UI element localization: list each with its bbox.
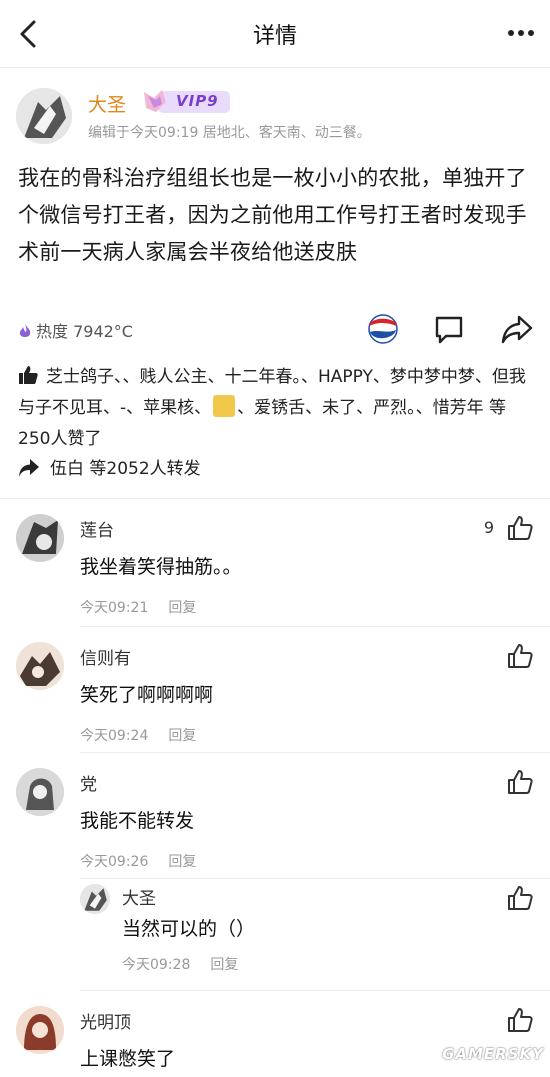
thumbs-up-icon [508, 770, 533, 794]
commenter-avatar[interactable] [16, 642, 64, 690]
heat-value: 热度 7942°C [36, 322, 133, 341]
repost-arrow-icon [19, 459, 39, 477]
comment-time: 今天09:26 [80, 854, 149, 870]
page-title: 详情 [252, 24, 297, 49]
comment-time: 今天09:24 [80, 728, 149, 744]
reply-time: 今天09:28 [122, 957, 191, 973]
post-header: 大圣 VIP9 编辑于今天09:19 居地北、客天南、动三餐。 [16, 88, 536, 148]
commenter-name[interactable]: 莲台 [80, 516, 114, 541]
comment-text: 我能不能转发 [80, 810, 195, 832]
divider [80, 626, 550, 627]
comment-like-count: 9 [483, 518, 494, 537]
commenter-name[interactable]: 光明顶 [80, 1008, 131, 1033]
reply-author-avatar[interactable] [80, 884, 110, 914]
comment-text: 上课憋笑了 [80, 1048, 176, 1070]
comment-item: 光明顶 上课憋笑了 [0, 1006, 550, 1076]
comment-like-button[interactable]: 9 [464, 514, 534, 544]
comment-item: 党 我能不能转发 今天09:26 回复 大圣 当然可以的（） 今天09:28 回复 [0, 768, 550, 988]
thumbs-up-icon [508, 516, 533, 540]
heat-indicator: 热度 7942°C [18, 318, 133, 342]
comment-like-button[interactable] [504, 768, 534, 798]
divider [80, 990, 550, 991]
post-body: 我在的骨科治疗组组长也是一枚小小的农批，单独开了个微信号打王者，因为之前他用工作… [18, 166, 527, 264]
comment-like-button[interactable] [504, 1006, 534, 1036]
thumbs-up-icon [508, 644, 533, 668]
more-dots-icon[interactable] [506, 22, 536, 44]
reply-button[interactable]: 回复 [210, 957, 238, 973]
commenter-name[interactable]: 党 [80, 770, 97, 795]
post-stats-row: 热度 7942°C [18, 312, 534, 346]
comment-icon[interactable] [432, 312, 466, 346]
commenter-name[interactable]: 信则有 [80, 644, 131, 669]
reply-button[interactable]: 回复 [168, 854, 196, 870]
watermark: GAMERSKY [442, 1045, 544, 1063]
author-avatar[interactable] [16, 88, 72, 144]
likes-list: 芝士鸽子、、贱人公主、十二年春。、HAPPY、梦中梦中梦、但我与子不见耳、-、苹… [18, 362, 534, 455]
divider [80, 878, 550, 879]
divider [0, 498, 550, 499]
vip-badge-label: VIP9 [176, 92, 219, 110]
comment-time: 今天09:21 [80, 600, 149, 616]
comment-like-button[interactable] [504, 642, 534, 672]
comment-text: 笑死了啊啊啊啊 [80, 684, 214, 706]
reply-like-button[interactable] [504, 884, 534, 914]
thumbs-up-filled-icon [19, 366, 38, 384]
comment-item: 莲台 9 我坐着笑得抽筋。。 今天09:21 回复 [0, 514, 550, 624]
comment-meta: 今天09:26 回复 [80, 851, 196, 871]
reply-meta: 今天09:28 回复 [122, 954, 238, 974]
vip-badge: VIP9 [140, 88, 232, 116]
commenter-avatar[interactable] [16, 768, 64, 816]
comment-text: 我坐着笑得抽筋。。 [80, 556, 242, 578]
flame-icon [19, 324, 31, 337]
comment-item: 信则有 笑死了啊啊啊啊 今天09:24 回复 [0, 642, 550, 752]
reply-text: 当然可以的（） [122, 918, 256, 940]
commenter-avatar[interactable] [16, 1006, 64, 1054]
reply-author-name[interactable]: 大圣 [122, 884, 156, 909]
pepsi-reaction-icon[interactable] [366, 312, 400, 346]
top-nav-bar: 详情 [0, 0, 550, 68]
reposts-text: 伍白 等2052人转发 [50, 459, 201, 479]
author-name[interactable]: 大圣 [88, 90, 126, 117]
thumbs-up-icon [508, 886, 533, 910]
reposts-summary[interactable]: 伍白 等2052人转发 [18, 454, 534, 479]
sub-reply-item: 大圣 当然可以的（） 今天09:28 回复 [80, 884, 534, 984]
reply-button[interactable]: 回复 [168, 728, 196, 744]
comment-meta: 今天09:21 回复 [80, 597, 196, 617]
divider [80, 752, 550, 753]
reply-button[interactable]: 回复 [168, 600, 196, 616]
post-meta: 编辑于今天09:19 居地北、客天南、动三餐。 [88, 125, 371, 141]
share-icon[interactable] [500, 312, 534, 346]
comment-meta: 今天09:24 回复 [80, 725, 196, 745]
thumbs-up-icon [508, 1008, 533, 1032]
sticker-emoji-icon [213, 395, 236, 417]
commenter-avatar[interactable] [16, 514, 64, 562]
